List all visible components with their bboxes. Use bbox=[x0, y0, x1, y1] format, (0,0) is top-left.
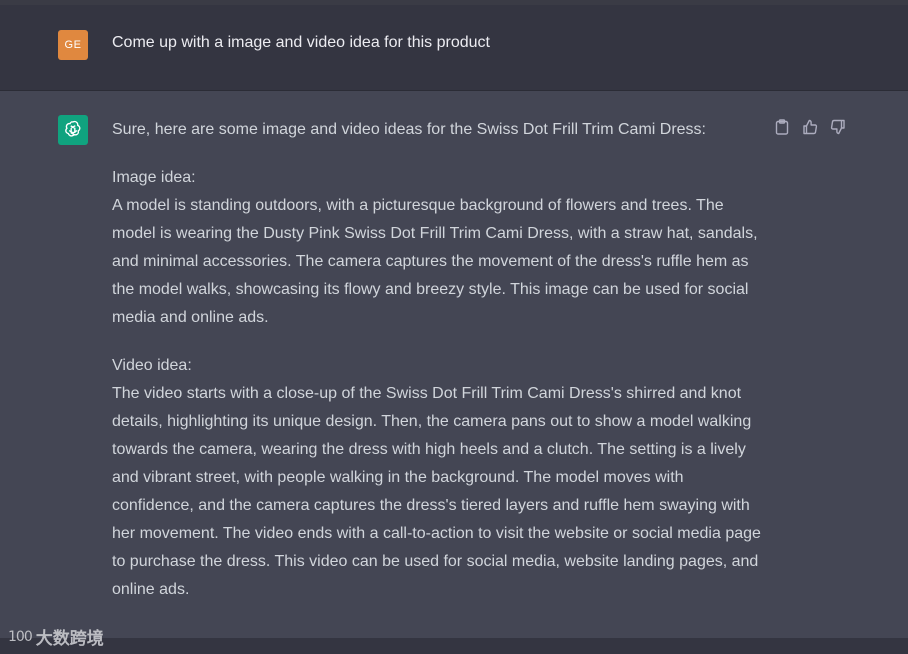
thumbs-down-button[interactable] bbox=[830, 118, 846, 136]
video-idea-body: The video starts with a close-up of the … bbox=[112, 385, 761, 598]
image-idea-body: A model is standing outdoors, with a pic… bbox=[112, 197, 758, 326]
assistant-message-content: Sure, here are some image and video idea… bbox=[112, 116, 768, 604]
clipboard-icon bbox=[775, 119, 789, 135]
watermark-text: 大数跨境 bbox=[35, 629, 104, 649]
user-message-row: GE Come up with a image and video idea f… bbox=[0, 5, 908, 91]
bottom-bar bbox=[0, 638, 908, 654]
assistant-avatar bbox=[58, 115, 88, 145]
video-idea-heading: Video idea: bbox=[112, 357, 192, 374]
assistant-intro: Sure, here are some image and video idea… bbox=[112, 121, 706, 138]
image-idea-heading: Image idea: bbox=[112, 169, 196, 186]
copy-button[interactable] bbox=[774, 118, 790, 136]
thumbs-down-icon bbox=[830, 119, 845, 135]
watermark: 100 大数跨境 bbox=[8, 624, 104, 650]
message-actions bbox=[774, 117, 846, 137]
user-message-text: Come up with a image and video idea for … bbox=[112, 34, 490, 51]
openai-logo-icon bbox=[65, 120, 81, 137]
user-avatar: GE bbox=[58, 30, 88, 60]
thumbs-up-button[interactable] bbox=[802, 118, 818, 136]
watermark-logo: 100 bbox=[8, 628, 33, 645]
thumbs-up-icon bbox=[803, 119, 818, 135]
assistant-message-row: Sure, here are some image and video idea… bbox=[0, 91, 908, 638]
